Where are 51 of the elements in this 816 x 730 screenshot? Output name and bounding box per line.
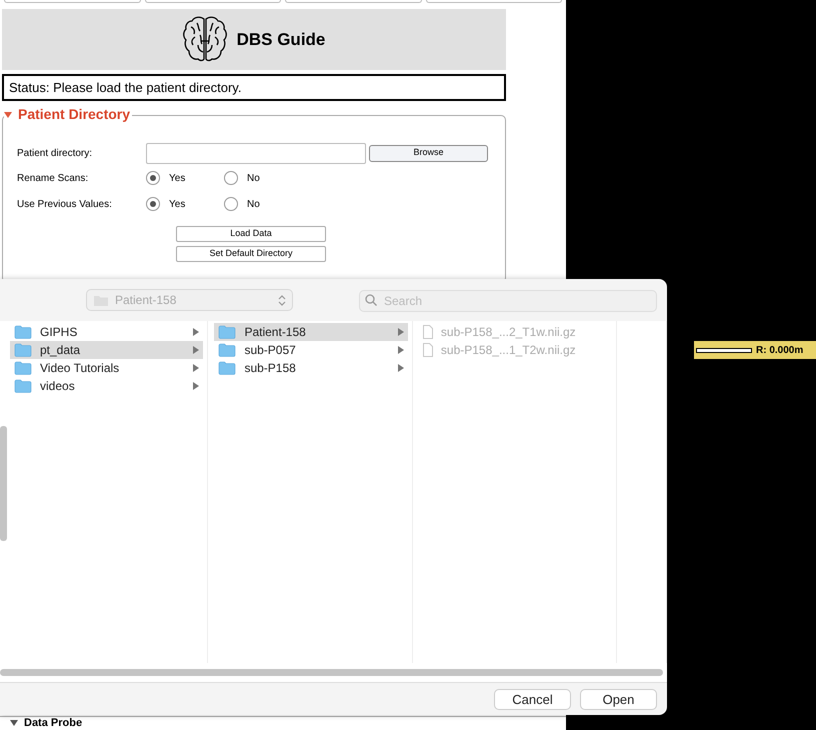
- folder-row[interactable]: sub-P057: [214, 341, 408, 359]
- section-title: Patient Directory: [18, 105, 130, 124]
- folder-icon: [14, 361, 32, 375]
- radio-option[interactable]: No: [224, 196, 302, 212]
- folder-icon: [218, 325, 236, 339]
- radio-button[interactable]: [146, 171, 160, 185]
- field-label: Rename Scans:: [17, 172, 90, 186]
- scrollbar[interactable]: [0, 669, 663, 676]
- chevron-right-icon: [193, 328, 200, 336]
- folder-icon: [14, 343, 32, 357]
- folder-icon: [14, 325, 32, 339]
- folder-row[interactable]: Video Tutorials: [10, 359, 204, 377]
- chevron-right-icon: [193, 364, 200, 372]
- folder-row[interactable]: sub-P158: [214, 359, 408, 377]
- radio-button[interactable]: [224, 171, 238, 185]
- folder-icon: [14, 379, 32, 393]
- section-title: Data Probe: [24, 717, 82, 729]
- action-button[interactable]: Load Data: [176, 226, 326, 242]
- chevron-right-icon: [193, 382, 200, 390]
- field-label: Use Previous Values:: [17, 198, 113, 212]
- folder-row[interactable]: Patient-158: [214, 323, 408, 341]
- dialog-button[interactable]: Cancel: [494, 688, 571, 710]
- chevron-icon: [278, 294, 286, 306]
- radio-option[interactable]: No: [224, 170, 302, 186]
- document-icon: [422, 343, 433, 357]
- field-label: Patient directory:: [17, 146, 94, 160]
- radio-option[interactable]: Yes: [146, 170, 224, 186]
- chevron-right-icon: [398, 364, 404, 372]
- folder-icon: [218, 361, 236, 375]
- browse-button[interactable]: Browse: [369, 144, 488, 162]
- folder-row[interactable]: pt_data: [10, 341, 204, 359]
- chevron-right-icon: [193, 346, 200, 354]
- slider-reading: R: 0.000m: [756, 344, 804, 358]
- folder-row[interactable]: GIPHS: [10, 323, 204, 341]
- document-icon: [422, 325, 433, 339]
- status-bar: Status: Please load the patient directory.: [2, 74, 506, 101]
- chevron-right-icon: [398, 328, 404, 336]
- radio-option[interactable]: Yes: [146, 196, 224, 212]
- radio-button[interactable]: [146, 197, 160, 211]
- radio-button[interactable]: [224, 197, 238, 211]
- app-title: DBS Guide: [236, 28, 326, 51]
- folder-icon: [218, 343, 236, 357]
- scrollbar[interactable]: [0, 426, 7, 541]
- folder-row[interactable]: videos: [10, 377, 204, 395]
- collapse-caret-icon[interactable]: [4, 112, 12, 118]
- search-icon: [365, 294, 377, 306]
- chevron-right-icon: [398, 346, 404, 354]
- slider-track[interactable]: R: 0.000m: [694, 341, 816, 359]
- action-button[interactable]: Set Default Directory: [176, 246, 326, 262]
- directory-field[interactable]: [146, 142, 366, 164]
- dialog-button[interactable]: Open: [580, 688, 657, 710]
